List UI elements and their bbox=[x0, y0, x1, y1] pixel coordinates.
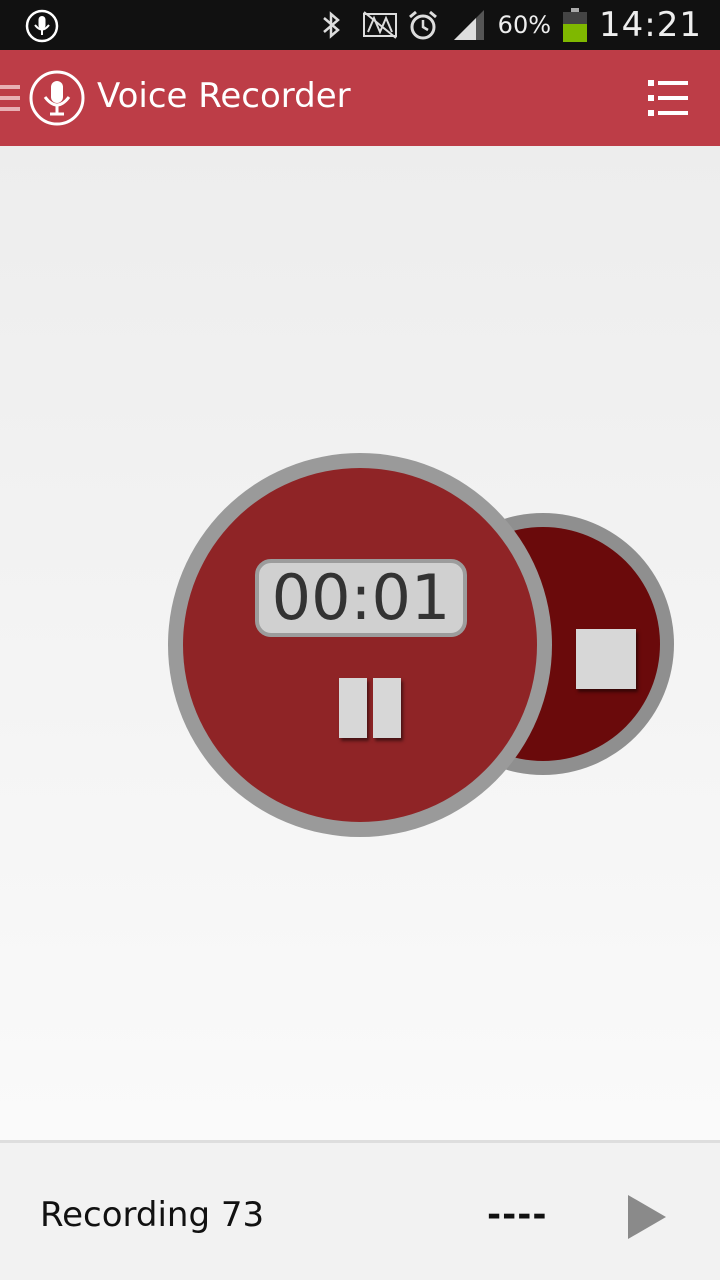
drawer-menu-icon[interactable] bbox=[0, 83, 20, 113]
list-icon bbox=[648, 80, 688, 116]
elapsed-timer: 00:01 bbox=[255, 559, 467, 637]
playback-bar: Recording 73 ---- bbox=[0, 1140, 720, 1280]
battery-icon bbox=[563, 8, 588, 42]
pause-icon-bar-right bbox=[373, 678, 401, 738]
bluetooth-icon bbox=[314, 8, 348, 42]
app-title: Voice Recorder bbox=[97, 76, 351, 116]
microphone-logo-icon bbox=[28, 69, 86, 127]
recording-name[interactable]: Recording 73 bbox=[40, 1195, 264, 1235]
alarm-icon bbox=[406, 8, 440, 42]
battery-percentage: 60% bbox=[497, 11, 552, 39]
play-button[interactable] bbox=[624, 1193, 670, 1241]
app-bar: Voice Recorder bbox=[0, 50, 720, 146]
record-control-face: 00:01 bbox=[183, 468, 537, 822]
signal-icon bbox=[452, 8, 486, 42]
record-control: 00:01 bbox=[168, 453, 552, 837]
pause-icon-bar-left bbox=[339, 678, 367, 738]
recordings-list-button[interactable] bbox=[646, 76, 690, 120]
recording-duration: ---- bbox=[487, 1195, 548, 1235]
recorder-area: 00:01 bbox=[0, 146, 720, 1140]
status-bar: 60% 14:21 bbox=[0, 0, 720, 50]
nfc-icon bbox=[360, 8, 397, 42]
pause-button[interactable] bbox=[323, 678, 401, 744]
clock-time: 14:21 bbox=[599, 5, 702, 45]
microphone-icon bbox=[24, 8, 60, 44]
play-icon bbox=[628, 1195, 666, 1239]
stop-icon bbox=[576, 629, 636, 689]
